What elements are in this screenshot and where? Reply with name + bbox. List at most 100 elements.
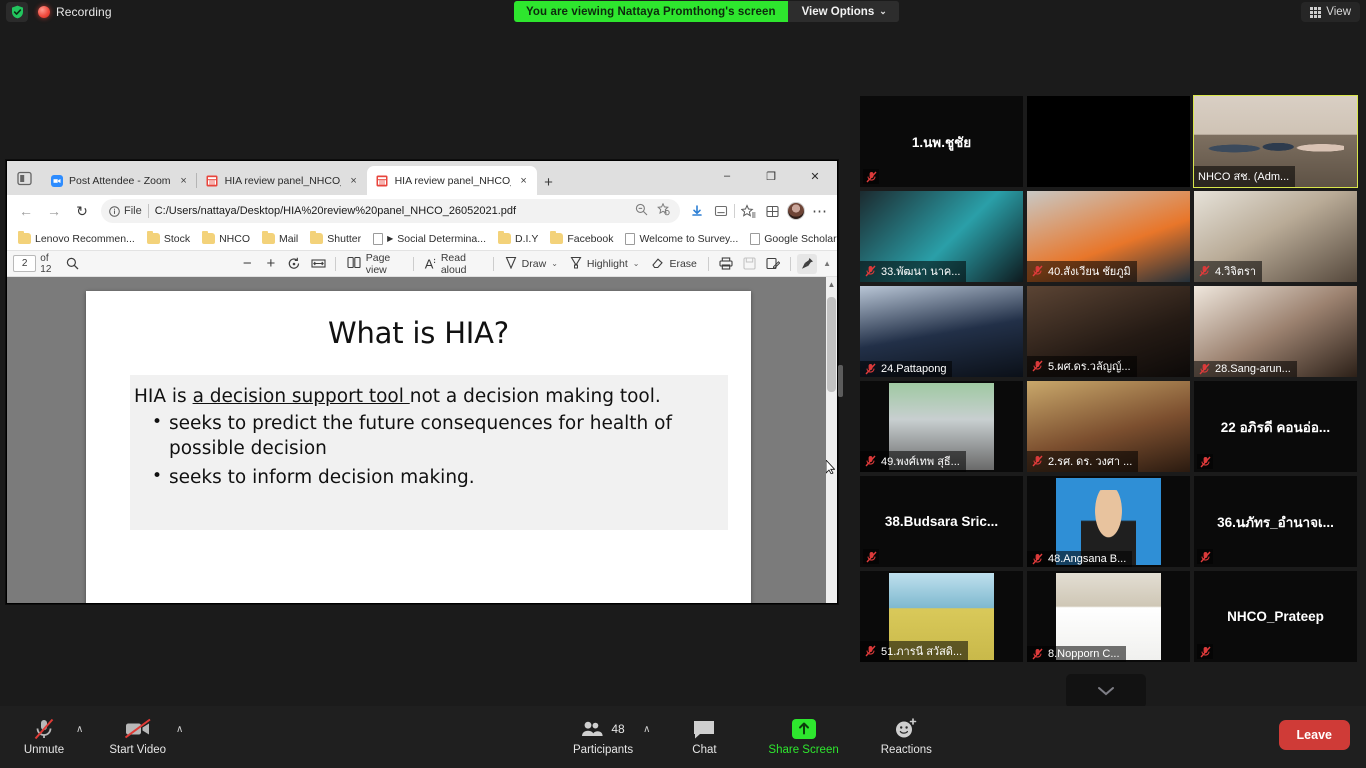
shield-check-icon[interactable]	[6, 2, 28, 22]
pin-icon[interactable]	[797, 253, 818, 274]
window-controls: – ❐ ✕	[705, 161, 837, 191]
new-tab-button[interactable]: +	[537, 169, 561, 195]
participants-caret-icon[interactable]: ∧	[643, 724, 650, 735]
audio-options-caret-icon[interactable]: ∧	[76, 724, 83, 735]
microphone-muted-icon	[32, 716, 56, 742]
profile-avatar[interactable]	[785, 199, 807, 223]
bookmark-item[interactable]: ▶ Social Determina...	[368, 232, 491, 246]
split-view-handle[interactable]	[838, 365, 843, 397]
start-video-button[interactable]: Start Video	[101, 712, 174, 756]
maximize-button[interactable]: ❐	[749, 161, 793, 191]
zoom-in-button[interactable]: +	[261, 254, 281, 274]
bookmark-item[interactable]: NHCO	[197, 231, 255, 246]
participant-tile[interactable]: 8.Nopporn C...	[1027, 571, 1190, 662]
recording-indicator[interactable]: Recording	[38, 2, 112, 22]
start-video-label: Start Video	[109, 744, 167, 756]
participant-tile[interactable]: 51.ภารนี สวัสดิ...	[860, 571, 1023, 662]
chat-button[interactable]: Chat	[674, 712, 734, 756]
scroll-up-arrow-icon[interactable]: ▲	[827, 279, 836, 290]
participant-tile[interactable]: 2.รศ. ดร. วงศา ...	[1027, 381, 1190, 472]
reactions-label: Reactions	[880, 744, 932, 756]
participant-tile[interactable]: 1.นพ.ชูชัย	[860, 96, 1023, 187]
bookmark-item[interactable]: Mail	[257, 231, 303, 246]
bookmark-item[interactable]: Lenovo Recommen...	[13, 231, 140, 246]
participant-tile[interactable]: 33.พัฒนา นาค...	[860, 191, 1023, 282]
star-settings-icon[interactable]	[657, 202, 670, 219]
pdf-page-input[interactable]: 2	[13, 255, 37, 272]
browser-tab-title: Post Attendee - Zoom	[69, 174, 171, 187]
read-aloud-button[interactable]: Aꓽ Read aloud	[421, 252, 486, 276]
read-mode-icon[interactable]	[710, 199, 732, 223]
settings-more-icon[interactable]: ⋯	[809, 199, 831, 223]
participant-name-bar: 5.ผศ.ดร.วลัญญ์...	[1027, 356, 1137, 377]
highlight-button[interactable]: Highlight ⌄	[566, 254, 644, 274]
collections-icon[interactable]	[761, 199, 783, 223]
participant-tile[interactable]: 22 อภิรดี คอนอ่อ...	[1194, 381, 1357, 472]
save-icon[interactable]	[739, 254, 759, 274]
rotate-icon[interactable]	[285, 254, 305, 274]
pdf-scrollbar[interactable]: ▲ ▼	[826, 277, 837, 603]
participant-tile[interactable]: 28.Sang-arun...	[1194, 286, 1357, 377]
scroll-down-arrow-icon[interactable]: ▼	[827, 600, 836, 603]
read-aloud-icon: Aꓽ	[424, 255, 436, 272]
app-menu-icon[interactable]	[7, 161, 41, 195]
close-icon[interactable]: ×	[177, 174, 191, 188]
participants-button[interactable]: 48 Participants	[565, 712, 641, 756]
chevron-down-icon[interactable]: ⌄	[633, 259, 640, 268]
scroll-tiles-down-button[interactable]	[1066, 674, 1146, 708]
pdf-icon	[376, 174, 389, 187]
minimize-button[interactable]: –	[705, 161, 749, 191]
close-icon[interactable]: ×	[347, 174, 361, 188]
reactions-button[interactable]: Reactions	[873, 712, 940, 756]
browser-tab-2[interactable]: HIA review panel_NHCO_260520 ×	[366, 166, 537, 195]
participant-name: 51.ภารนี สวัสดิ...	[881, 646, 963, 658]
zoom-out-button[interactable]: −	[237, 254, 257, 274]
participant-tile[interactable]: 48.Angsana B...	[1027, 476, 1190, 567]
page-view-button[interactable]: Page view	[343, 252, 406, 276]
close-icon[interactable]: ×	[517, 174, 531, 188]
participant-tile[interactable]: 40.สังเวียน ชัยภูมิ	[1027, 191, 1190, 282]
reload-button[interactable]: ↻	[69, 198, 95, 224]
print-icon[interactable]	[716, 254, 736, 274]
back-button[interactable]: ←	[13, 198, 39, 224]
share-screen-button[interactable]: Share Screen	[760, 712, 846, 756]
save-as-icon[interactable]	[763, 254, 783, 274]
participant-tile[interactable]: 36.นภัทร_อำนาจเ...	[1194, 476, 1357, 567]
unmute-button[interactable]: Unmute	[14, 712, 74, 756]
video-options-caret-icon[interactable]: ∧	[176, 724, 183, 735]
favorites-icon[interactable]	[737, 199, 759, 223]
page-icon	[750, 232, 761, 245]
view-layout-button[interactable]: View	[1301, 2, 1360, 22]
search-minus-icon[interactable]	[635, 203, 648, 219]
bookmark-item[interactable]: Facebook	[545, 231, 618, 246]
close-window-button[interactable]: ✕	[793, 161, 837, 191]
participant-tile[interactable]: 38.Budsara Sric...	[860, 476, 1023, 567]
leave-meeting-button[interactable]: Leave	[1278, 720, 1350, 750]
forward-button[interactable]: →	[41, 198, 67, 224]
bookmark-item[interactable]: Shutter	[305, 231, 366, 246]
bookmark-item[interactable]: Stock	[142, 231, 195, 246]
browser-toolbar: ← → ↻ File C:/Users/nattaya/Desktop/HIA%…	[7, 195, 837, 227]
fit-page-icon[interactable]	[308, 254, 328, 274]
bookmarks-bar: Lenovo Recommen... Stock NHCO Mail Shutt…	[7, 227, 837, 251]
address-bar[interactable]: File C:/Users/nattaya/Desktop/HIA%20revi…	[101, 199, 680, 223]
downloads-icon[interactable]	[686, 199, 708, 223]
participant-tile[interactable]: 24.Pattapong	[860, 286, 1023, 377]
participant-tile[interactable]: NHCO สช. (Adm...	[1193, 95, 1358, 188]
participant-tile[interactable]: 5.ผศ.ดร.วลัญญ์...	[1027, 286, 1190, 377]
chevron-down-icon[interactable]: ⌄	[551, 259, 558, 268]
browser-tab-1[interactable]: HIA review panel_NHCO_260520 ×	[195, 166, 367, 195]
bookmark-item[interactable]: D.I.Y	[493, 231, 543, 246]
browser-tab-0[interactable]: Post Attendee - Zoom ×	[41, 166, 197, 195]
erase-button[interactable]: Erase	[647, 254, 700, 274]
bookmark-item[interactable]: Google Scholar	[745, 232, 837, 246]
participant-tile[interactable]: 4.วิจิตรา	[1194, 191, 1357, 282]
view-options-button[interactable]: View Options ⌄	[787, 1, 899, 22]
participant-tile[interactable]	[1027, 96, 1190, 187]
participant-tile[interactable]: NHCO_Prateep	[1194, 571, 1357, 662]
pdf-scroll-thumb[interactable]	[827, 297, 836, 392]
participant-tile[interactable]: 49.พงศ์เทพ สุธี...	[860, 381, 1023, 472]
search-icon[interactable]	[62, 254, 82, 274]
bookmark-item[interactable]: Welcome to Survey...	[620, 232, 743, 246]
draw-button[interactable]: Draw ⌄	[501, 254, 562, 274]
